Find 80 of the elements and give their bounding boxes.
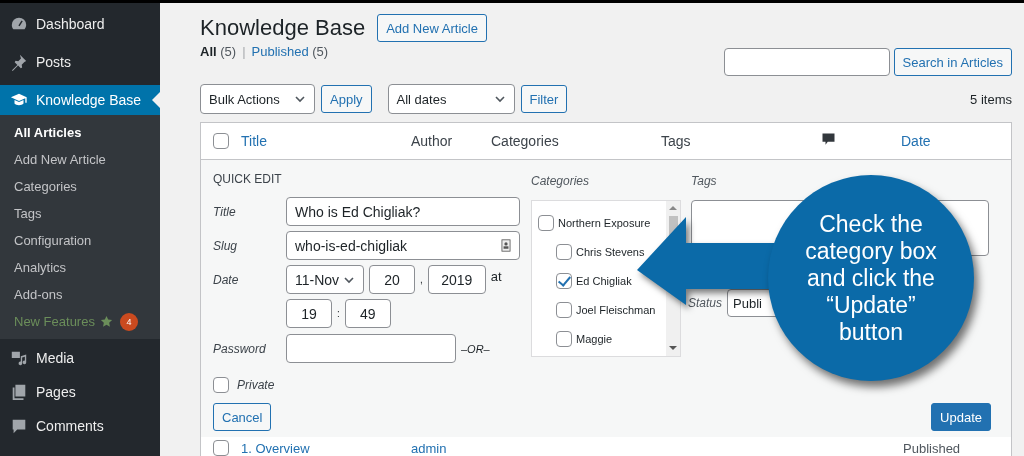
submenu-item[interactable]: All Articles [0, 119, 160, 146]
search-field[interactable] [723, 48, 890, 76]
hour-field[interactable]: 19 [286, 299, 332, 328]
items-count: 5 items [970, 91, 1012, 107]
submenu-item[interactable]: Add-ons [0, 281, 160, 308]
add-new-article-button[interactable]: Add New Article [377, 14, 487, 42]
sidebar-menu-item[interactable]: Pages [0, 377, 160, 407]
tags-label: Tags [691, 174, 718, 188]
contact-card-icon [501, 239, 511, 252]
column-header-link[interactable]: Title [241, 133, 267, 149]
article-title-link[interactable]: 1. Overview [241, 440, 411, 456]
category-checkbox[interactable] [556, 243, 572, 260]
chevron-down-icon [294, 93, 306, 105]
categories-label: Categories [531, 174, 591, 188]
column-header-link[interactable]: Date [901, 133, 931, 149]
submenu-item[interactable]: New Features 4 [0, 308, 160, 335]
submenu-item[interactable]: Categories [0, 173, 160, 200]
category-checkbox[interactable] [556, 272, 572, 289]
category-label: Joel Fleischman [576, 303, 656, 316]
sidebar-menu-item[interactable]: Posts [0, 47, 160, 77]
year-field[interactable]: 2019 [427, 265, 486, 294]
pages-icon [10, 383, 28, 401]
count-badge: 4 [119, 312, 138, 331]
chevron-down-icon [493, 93, 506, 105]
status-filter-link[interactable]: All (5) [200, 44, 237, 59]
or-label: –OR– [461, 342, 490, 355]
submenu-item[interactable]: Add New Article [0, 146, 160, 173]
time-separator: : [337, 308, 340, 319]
cancel-button[interactable]: Cancel [213, 403, 272, 431]
category-label: Chris Stevens [576, 245, 645, 258]
camera-music-icon [10, 349, 28, 367]
callout-text: Check the category box and click the “Update” button [804, 210, 938, 346]
private-checkbox[interactable] [213, 377, 229, 393]
date-status: Published [903, 440, 962, 456]
sidebar-menu-item[interactable]: Dashboard [0, 9, 160, 39]
page-title: Knowledge Base [200, 15, 366, 41]
pushpin-icon [10, 53, 28, 71]
category-checkbox[interactable] [538, 214, 554, 231]
dates-dropdown[interactable]: All dates [387, 84, 515, 114]
submenu-item[interactable]: Analytics [0, 254, 160, 281]
category-checkbox[interactable] [556, 301, 572, 318]
column-header: Author [411, 133, 453, 149]
sidebar-menu-item[interactable]: Knowledge Base [0, 85, 160, 115]
status-label: Status [688, 296, 723, 310]
field-label: Title [213, 204, 237, 219]
field-label: Password [213, 341, 267, 356]
password-field[interactable] [286, 334, 456, 363]
private-label: Private [237, 378, 275, 392]
submenu-item[interactable]: Configuration [0, 227, 160, 254]
column-header: Tags [661, 133, 691, 149]
submenu-item[interactable]: Tags [0, 200, 160, 227]
field-label: Date [213, 272, 240, 287]
category-checkbox[interactable] [556, 330, 572, 347]
filter-button[interactable]: Filter [520, 85, 568, 113]
date-separator: , [420, 274, 423, 285]
sidebar-menu-item[interactable]: Comments [0, 411, 160, 441]
month-dropdown[interactable]: 11-Nov [286, 265, 364, 294]
update-button[interactable]: Update [931, 403, 991, 431]
sidebar-menu-item[interactable]: Media [0, 343, 160, 373]
speech-bubble-icon [10, 417, 28, 435]
status-filter-link[interactable]: Published (5) [251, 44, 329, 59]
bulk-actions-dropdown[interactable]: Bulk Actions [200, 84, 315, 114]
minute-field[interactable]: 49 [344, 299, 391, 328]
star-icon [99, 315, 113, 328]
row-checkbox[interactable] [213, 440, 229, 456]
column-header: Categories [491, 133, 559, 149]
title-field[interactable]: Who is Ed Chigliak? [286, 197, 520, 226]
quick-edit-heading: QUICK EDIT [213, 172, 283, 186]
category-label: Northern Exposure [558, 216, 651, 229]
select-all-checkbox[interactable] [213, 133, 229, 149]
field-label: Slug [213, 238, 239, 253]
author-link[interactable]: admin [411, 440, 903, 456]
slug-field[interactable]: who-is-ed-chigliak [286, 231, 520, 260]
apply-button[interactable]: Apply [321, 85, 372, 113]
day-field[interactable]: 20 [369, 265, 415, 294]
search-button[interactable]: Search in Articles [893, 48, 1012, 76]
category-label: Maggie [576, 332, 613, 345]
category-label: Ed Chigliak [576, 274, 632, 287]
at-label: at [490, 269, 502, 284]
filter-separator: | [242, 44, 246, 59]
